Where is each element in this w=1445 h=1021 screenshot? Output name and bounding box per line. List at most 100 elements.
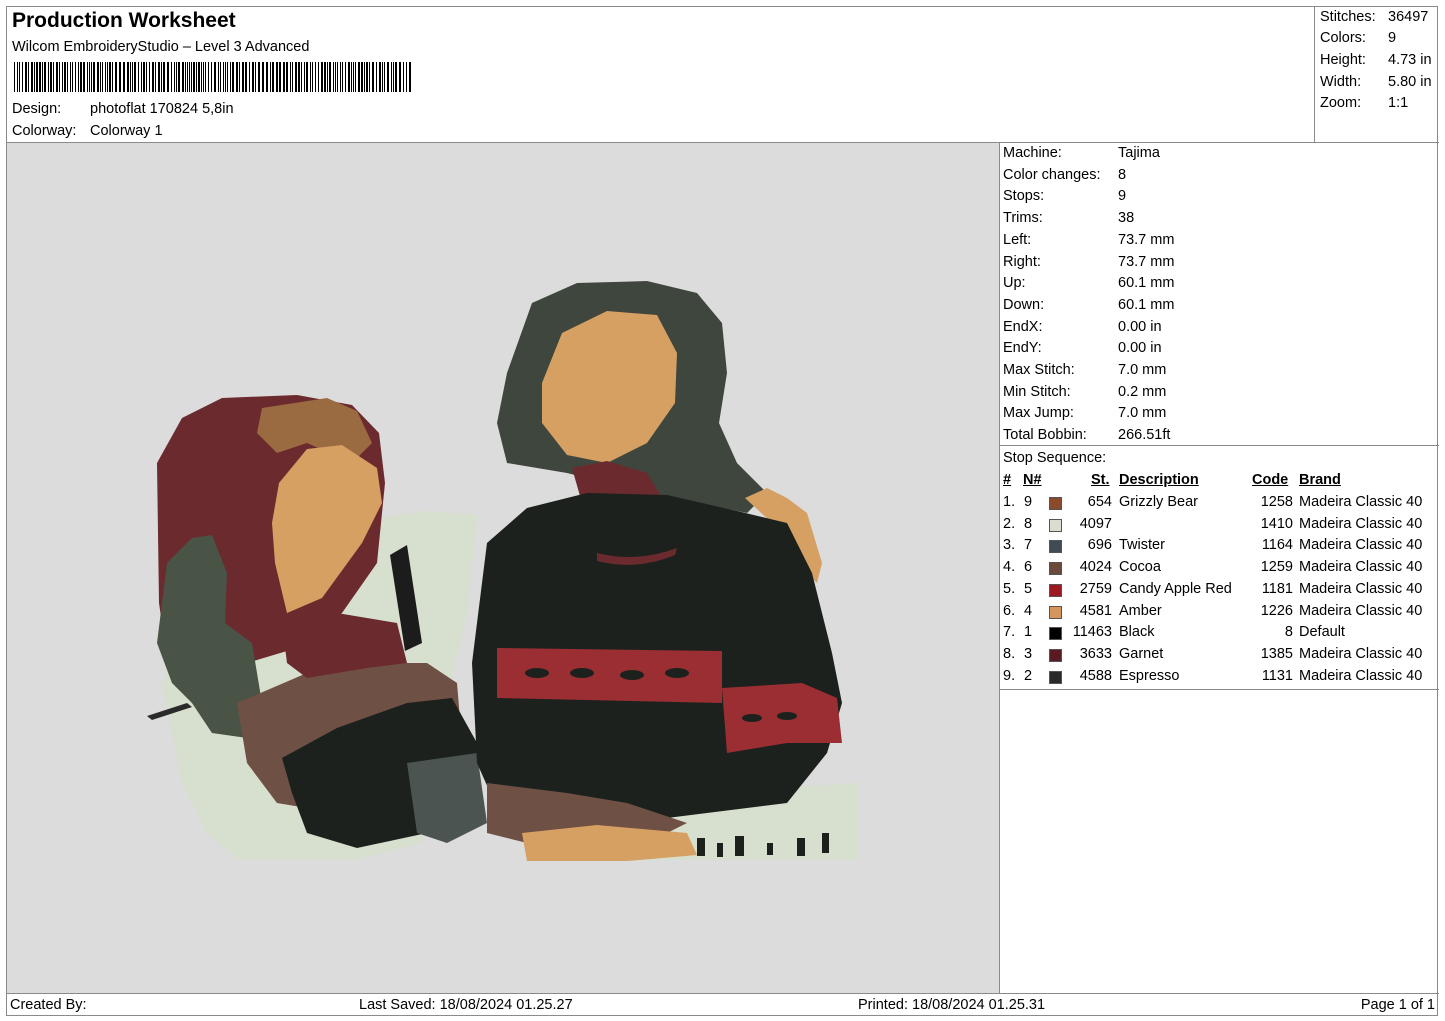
- needle-number: 2: [1024, 667, 1033, 684]
- thread-description: Candy Apple Red: [1119, 580, 1232, 597]
- machine-row: Color changes: 8: [1003, 167, 1126, 183]
- machine-label: Down:: [1003, 296, 1045, 313]
- embroidery-design-image: [147, 281, 857, 861]
- thread-description: Espresso: [1119, 667, 1180, 684]
- stop-row: 3. 7 696 Twister 1164 Madeira Classic 40: [1000, 537, 1439, 558]
- machine-label: Max Stitch:: [1003, 362, 1075, 378]
- width-value: 5.80 in: [1388, 74, 1432, 90]
- stop-row: 8. 3 3633 Garnet 1385 Madeira Classic 40: [1000, 646, 1439, 667]
- machine-row: Up: 60.1 mm: [1003, 275, 1174, 291]
- col-header-st: St.: [1091, 472, 1110, 488]
- color-swatch: [1049, 605, 1062, 619]
- machine-value: 60.1 mm: [1118, 296, 1175, 313]
- thread-code: 1259: [1260, 559, 1293, 576]
- machine-row: Max Stitch: 7.0 mm: [1003, 362, 1166, 378]
- stitch-count: 4024: [1079, 559, 1112, 576]
- thread-brand: Madeira Classic 40: [1299, 494, 1423, 510]
- stitch-count: 4581: [1079, 602, 1112, 619]
- thread-brand: Madeira Classic 40: [1299, 537, 1423, 554]
- machine-value: 9: [1118, 188, 1127, 205]
- thread-code: 1258: [1260, 494, 1293, 510]
- stop-index: 7.: [1003, 624, 1016, 641]
- zoom-row: Zoom: 1:1: [1320, 95, 1408, 111]
- machine-label: Trims:: [1003, 210, 1043, 227]
- colors-value: 9: [1388, 30, 1397, 46]
- needle-number: 9: [1024, 494, 1033, 510]
- machine-row: Stops: 9: [1003, 188, 1126, 204]
- stop-row: 2. 8 4097 1410 Madeira Classic 40: [1000, 516, 1439, 537]
- machine-label: Color changes:: [1003, 166, 1101, 183]
- thread-code: 8: [1284, 624, 1293, 641]
- machine-row: Min Stitch: 0.2 mm: [1003, 384, 1166, 400]
- stitch-count: 696: [1087, 537, 1112, 554]
- color-swatch: [1049, 583, 1062, 597]
- stop-index: 9.: [1003, 667, 1016, 684]
- machine-value: 7.0 mm: [1118, 405, 1167, 422]
- thread-code: 1226: [1260, 602, 1293, 619]
- details-panel: Machine: Tajima Color changes: 8 Stops: 9 Trim…: [1000, 143, 1439, 993]
- stop-index: 8.: [1003, 645, 1016, 662]
- stitches-row: Stitches: 36497: [1320, 9, 1428, 25]
- stop-row: 9. 2 4588 Espresso 1131 Madeira Classic 40: [1000, 668, 1439, 689]
- machine-value: 73.7 mm: [1118, 253, 1175, 270]
- thread-description: Cocoa: [1119, 559, 1161, 576]
- last-saved: Last Saved: 18/08/2024 01.25.27: [359, 997, 573, 1013]
- software-name: Wilcom EmbroideryStudio – Level 3 Advanc…: [12, 39, 310, 55]
- color-swatch: [1049, 518, 1062, 532]
- stop-row: 7. 1 11463 Black 8 Default: [1000, 624, 1439, 645]
- needle-number: 7: [1024, 537, 1033, 554]
- machine-value: 0.00 in: [1118, 318, 1162, 335]
- thread-description: Black: [1119, 624, 1155, 641]
- stop-row: 6. 4 4581 Amber 1226 Madeira Classic 40: [1000, 603, 1439, 624]
- machine-row: Max Jump: 7.0 mm: [1003, 405, 1166, 421]
- machine-value: 7.0 mm: [1118, 362, 1167, 378]
- color-swatch: [1049, 562, 1062, 576]
- stop-sequence: Stop Sequence: # N# St. Description Code…: [1000, 446, 1439, 690]
- stop-row: 5. 5 2759 Candy Apple Red 1181 Madeira Classi…: [1000, 581, 1439, 602]
- machine-label: EndY:: [1003, 340, 1042, 357]
- stop-index: 4.: [1003, 559, 1016, 576]
- machine-value: 0.00 in: [1118, 340, 1162, 357]
- machine-label: Right:: [1003, 253, 1041, 270]
- height-row: Height: 4.73 in: [1320, 52, 1432, 68]
- stop-sequence-title: Stop Sequence:: [1003, 450, 1107, 466]
- colorway-label: Colorway:: [12, 123, 77, 139]
- color-swatch: [1049, 627, 1062, 641]
- color-swatch: [1049, 540, 1062, 554]
- machine-value: 60.1 mm: [1118, 275, 1175, 292]
- thread-code: 1164: [1261, 537, 1293, 554]
- color-swatch: [1049, 648, 1062, 662]
- stop-row: 4. 6 4024 Cocoa 1259 Madeira Classic 40: [1000, 559, 1439, 580]
- colorway-value: Colorway 1: [90, 123, 163, 139]
- needle-number: 3: [1024, 645, 1033, 662]
- design-row: Design: photoflat 170824 5,8in: [12, 101, 234, 117]
- thread-brand: Default: [1299, 624, 1345, 641]
- stitch-count: 4097: [1079, 515, 1112, 532]
- worksheet-footer: Created By: Last Saved: 18/08/2024 01.25…: [7, 993, 1439, 1016]
- machine-label: Total Bobbin:: [1003, 427, 1087, 444]
- machine-info: Machine: Tajima Color changes: 8 Stops: 9 Trim…: [1000, 143, 1439, 446]
- stitch-count: 654: [1087, 494, 1112, 510]
- needle-number: 8: [1024, 515, 1033, 532]
- machine-value: 38: [1118, 210, 1135, 227]
- stop-index: 1.: [1003, 494, 1016, 510]
- thread-brand: Madeira Classic 40: [1299, 515, 1423, 532]
- thread-description: Twister: [1119, 537, 1165, 554]
- stitch-count: 4588: [1079, 667, 1112, 684]
- thread-brand: Madeira Classic 40: [1299, 667, 1423, 684]
- thread-code: 1181: [1261, 580, 1293, 597]
- needle-number: 1: [1024, 624, 1033, 641]
- needle-number: 6: [1024, 559, 1033, 576]
- machine-row: Left: 73.7 mm: [1003, 232, 1174, 248]
- machine-row: EndY: 0.00 in: [1003, 340, 1162, 356]
- machine-value: 0.2 mm: [1118, 383, 1167, 400]
- printed-date: Printed: 18/08/2024 01.25.31: [858, 997, 1046, 1013]
- col-header-brand: Brand: [1299, 472, 1341, 488]
- machine-row: Right: 73.7 mm: [1003, 254, 1174, 270]
- thread-brand: Madeira Classic 40: [1299, 559, 1423, 576]
- page-title: Production Worksheet: [12, 9, 236, 32]
- width-row: Width: 5.80 in: [1320, 74, 1432, 90]
- color-swatch: [1049, 497, 1062, 510]
- needle-number: 5: [1024, 580, 1033, 597]
- created-by: Created By:: [10, 997, 87, 1013]
